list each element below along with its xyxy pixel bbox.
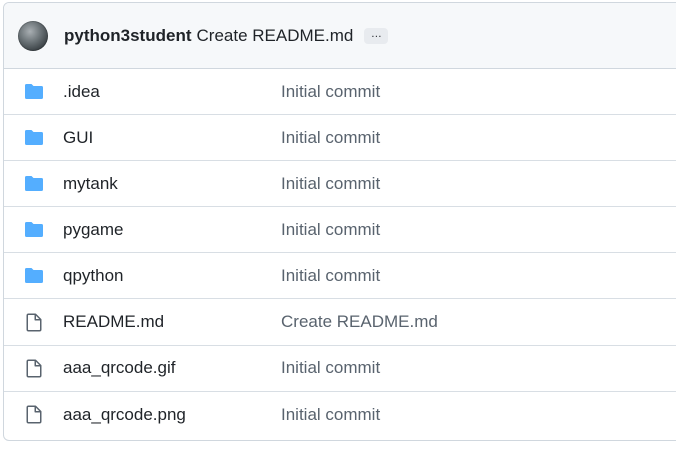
commit-message-link[interactable]: Create README.md: [281, 312, 438, 332]
commit-message-link[interactable]: Initial commit: [281, 128, 380, 148]
commit-message-link[interactable]: Initial commit: [281, 266, 380, 286]
file-row[interactable]: README.md Create README.md: [4, 299, 676, 346]
folder-icon: [24, 267, 44, 285]
file-name-link[interactable]: aaa_qrcode.gif: [63, 358, 175, 378]
file-row[interactable]: mytank Initial commit: [4, 161, 676, 208]
folder-icon: [24, 129, 44, 147]
file-row[interactable]: aaa_qrcode.gif Initial commit: [4, 346, 676, 392]
latest-commit-header: python3student Create README.md …: [4, 3, 676, 69]
commit-author-link[interactable]: python3student: [64, 26, 192, 46]
commit-message-link[interactable]: Initial commit: [281, 174, 380, 194]
file-icon: [24, 405, 44, 424]
commit-message-link[interactable]: Initial commit: [281, 82, 380, 102]
commit-message-link[interactable]: Initial commit: [281, 405, 380, 425]
file-row[interactable]: aaa_qrcode.png Initial commit: [4, 392, 676, 438]
author-avatar[interactable]: [18, 20, 48, 51]
folder-icon: [24, 175, 44, 193]
file-icon: [24, 359, 44, 378]
file-name-link[interactable]: GUI: [63, 128, 93, 148]
folder-icon: [24, 221, 44, 239]
file-name-link[interactable]: aaa_qrcode.png: [63, 405, 186, 425]
commit-message-link[interactable]: Create README.md: [197, 26, 354, 46]
file-name-link[interactable]: qpython: [63, 266, 124, 286]
file-row[interactable]: pygame Initial commit: [4, 207, 676, 254]
folder-icon: [24, 83, 44, 101]
commit-more-button[interactable]: …: [364, 27, 389, 44]
file-name-link[interactable]: .idea: [63, 82, 100, 102]
commit-message-link[interactable]: Initial commit: [281, 358, 380, 378]
file-row[interactable]: .idea Initial commit: [4, 69, 676, 116]
file-icon: [24, 313, 44, 332]
commit-message-link[interactable]: Initial commit: [281, 220, 380, 240]
file-name-link[interactable]: pygame: [63, 220, 123, 240]
file-row[interactable]: GUI Initial commit: [4, 115, 676, 162]
file-name-link[interactable]: README.md: [63, 312, 164, 332]
file-browser: python3student Create README.md … .idea …: [3, 2, 676, 441]
file-row[interactable]: qpython Initial commit: [4, 253, 676, 300]
file-name-link[interactable]: mytank: [63, 174, 118, 194]
